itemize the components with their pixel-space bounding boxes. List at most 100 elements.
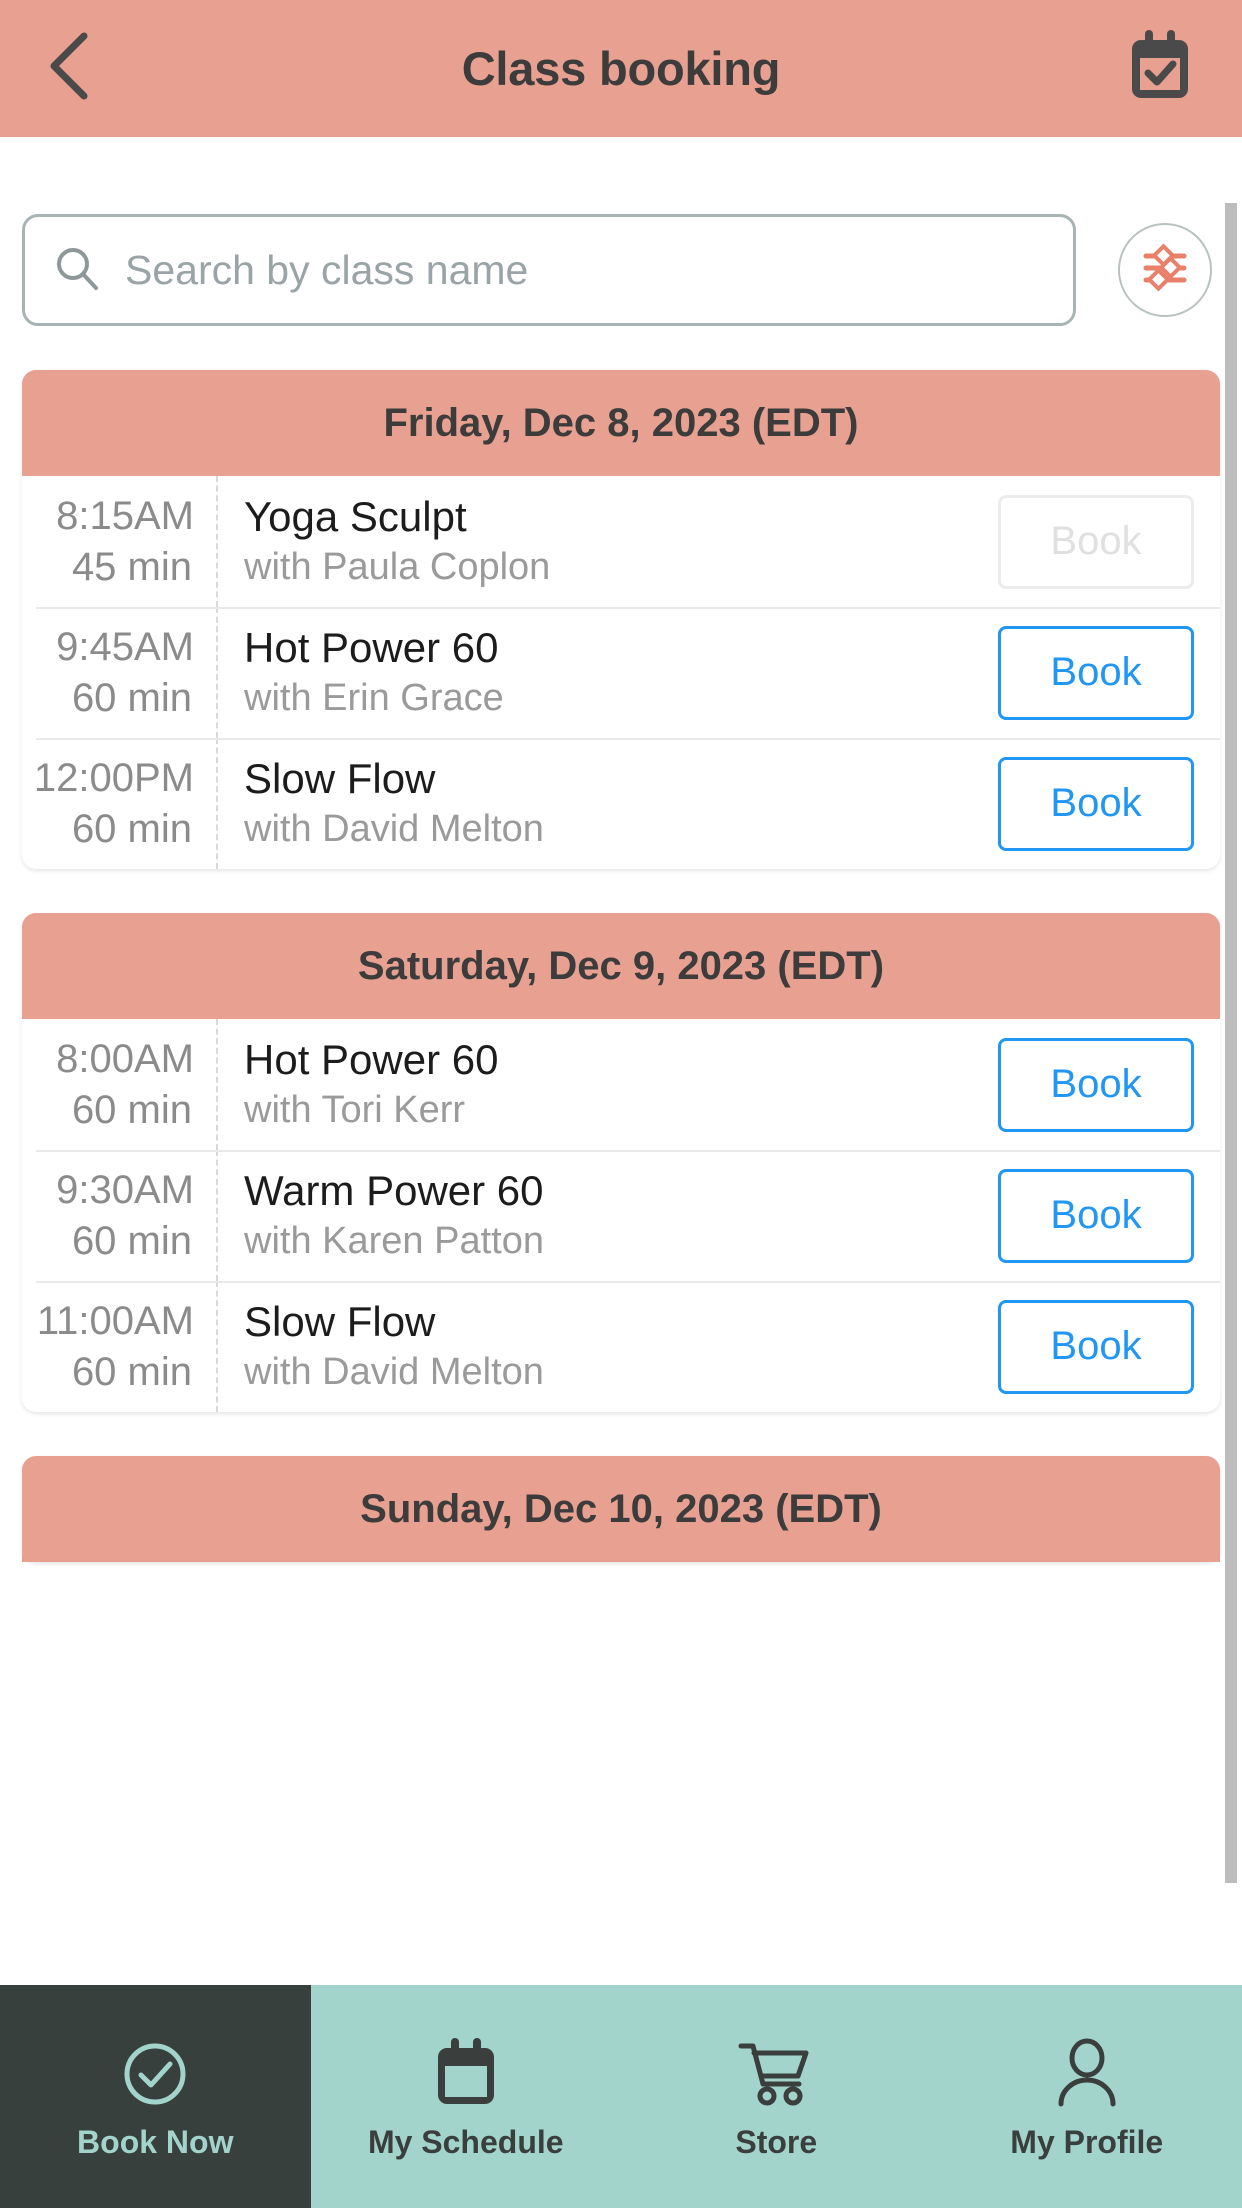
class-time: 9:30 AM	[22, 1165, 194, 1216]
class-info-column: Yoga Sculpt with Paula Coplon	[218, 476, 984, 607]
calendar-check-button[interactable]	[1122, 29, 1198, 109]
filter-sliders-icon	[1140, 242, 1190, 298]
chevron-left-icon	[44, 30, 96, 107]
book-button: Book	[998, 494, 1194, 589]
nav-item-label: Book Now	[77, 2123, 234, 2160]
day-sections: Friday, Dec 8, 2023 (EDT) 8:15 AM 45 min Yog…	[22, 370, 1220, 1562]
class-duration: 60 min	[71, 675, 192, 720]
class-instructor: with David Melton	[244, 1351, 544, 1394]
class-name: Hot Power 60	[244, 624, 499, 672]
class-time-column: 12:00 PM 60 min	[22, 738, 218, 869]
class-time-meridiem: PM	[134, 755, 194, 800]
class-row[interactable]: 11:00 AM 60 min Slow Flow with David Melton B…	[22, 1281, 1220, 1412]
shopping-cart-icon	[737, 2036, 815, 2112]
page-title: Class booking	[461, 42, 781, 95]
class-instructor: with Karen Patton	[244, 1220, 544, 1263]
class-instructor: with David Melton	[244, 808, 544, 851]
check-circle-icon	[119, 2036, 191, 2112]
calendar-icon	[433, 2036, 499, 2112]
class-info-column: Slow Flow with David Melton	[218, 738, 984, 869]
class-row[interactable]: 12:00 PM 60 min Slow Flow with David Melton B…	[22, 738, 1220, 869]
book-button[interactable]: Book	[998, 1168, 1194, 1263]
class-instructor: with Tori Kerr	[244, 1089, 466, 1132]
class-action-column: Book	[984, 1019, 1220, 1150]
class-duration: 60 min	[71, 806, 192, 851]
class-time: 12:00 PM	[22, 753, 194, 804]
class-booking-screen: Class booking Search by class name Frida…	[0, 0, 1242, 2208]
class-time-meridiem: AM	[134, 1298, 194, 1343]
class-time-value: 8:15	[56, 493, 134, 538]
class-row[interactable]: 8:00 AM 60 min Hot Power 60 with Tori Kerr Bo…	[22, 1019, 1220, 1150]
calendar-check-icon	[1124, 28, 1196, 109]
search-row: Search by class name	[22, 137, 1220, 326]
class-time-column: 11:00 AM 60 min	[22, 1281, 218, 1412]
class-info-column: Warm Power 60 with Karen Patton	[218, 1150, 984, 1281]
class-duration: 60 min	[71, 1349, 192, 1394]
scrollbar[interactable]	[1225, 203, 1237, 1985]
class-action-column: Book	[984, 1150, 1220, 1281]
search-icon	[53, 244, 101, 297]
book-button[interactable]: Book	[998, 1037, 1194, 1132]
class-time-value: 11:00	[36, 1298, 134, 1343]
class-info-column: Hot Power 60 with Tori Kerr	[218, 1019, 984, 1150]
class-time: 9:45 AM	[22, 622, 194, 673]
class-time-meridiem: AM	[134, 1167, 194, 1212]
nav-item-my-schedule[interactable]: My Schedule	[311, 1985, 622, 2208]
class-duration: 45 min	[71, 544, 192, 589]
bottom-navigation: Book Now My Schedule Store My Profile	[0, 1985, 1242, 2208]
class-name: Slow Flow	[244, 755, 436, 803]
class-time-meridiem: AM	[134, 1036, 194, 1081]
class-time-value: 8:00	[56, 1036, 134, 1081]
search-input[interactable]: Search by class name	[22, 214, 1076, 326]
day-header: Saturday, Dec 9, 2023 (EDT)	[22, 913, 1220, 1019]
class-info-column: Hot Power 60 with Erin Grace	[218, 607, 984, 738]
app-header: Class booking	[0, 0, 1242, 137]
day-header: Sunday, Dec 10, 2023 (EDT)	[22, 1456, 1220, 1562]
class-time-value: 12:00	[33, 755, 134, 800]
class-row[interactable]: 9:45 AM 60 min Hot Power 60 with Erin Grace B…	[22, 607, 1220, 738]
class-time-value: 9:45	[56, 624, 134, 669]
schedule-scroll-area[interactable]: Search by class name Friday, Dec 8, 2023…	[0, 137, 1242, 1985]
class-action-column: Book	[984, 476, 1220, 607]
book-button[interactable]: Book	[998, 625, 1194, 720]
scrollbar-thumb[interactable]	[1225, 203, 1237, 1883]
class-time: 8:00 AM	[22, 1034, 194, 1085]
class-duration: 60 min	[71, 1087, 192, 1132]
day-header: Friday, Dec 8, 2023 (EDT)	[22, 370, 1220, 476]
class-time-column: 9:30 AM 60 min	[22, 1150, 218, 1281]
class-instructor: with Paula Coplon	[244, 546, 551, 589]
class-time: 11:00 AM	[22, 1296, 194, 1347]
class-action-column: Book	[984, 738, 1220, 869]
class-name: Yoga Sculpt	[244, 493, 467, 541]
day-section: Saturday, Dec 9, 2023 (EDT) 8:00 AM 60 min H…	[22, 913, 1220, 1412]
class-duration: 60 min	[71, 1218, 192, 1263]
nav-item-label: My Schedule	[367, 2123, 564, 2160]
class-name: Slow Flow	[244, 1298, 436, 1346]
back-button[interactable]	[44, 29, 114, 109]
class-time-value: 9:30	[56, 1167, 134, 1212]
class-info-column: Slow Flow with David Melton	[218, 1281, 984, 1412]
nav-item-label: My Profile	[1010, 2123, 1164, 2160]
person-icon	[1054, 2036, 1120, 2112]
class-time-column: 8:00 AM 60 min	[22, 1019, 218, 1150]
class-name: Hot Power 60	[244, 1036, 499, 1084]
day-section: Friday, Dec 8, 2023 (EDT) 8:15 AM 45 min Yog…	[22, 370, 1220, 869]
nav-item-my-profile[interactable]: My Profile	[932, 1985, 1242, 2208]
book-button[interactable]: Book	[998, 1299, 1194, 1394]
filter-button[interactable]	[1118, 223, 1212, 317]
nav-item-label: Store	[735, 2123, 818, 2160]
class-time-meridiem: AM	[134, 624, 194, 669]
class-row[interactable]: 9:30 AM 60 min Warm Power 60 with Karen Patt…	[22, 1150, 1220, 1281]
class-action-column: Book	[984, 1281, 1220, 1412]
class-time-meridiem: AM	[134, 493, 194, 538]
nav-item-book-now[interactable]: Book Now	[0, 1985, 311, 2208]
book-button[interactable]: Book	[998, 756, 1194, 851]
class-row[interactable]: 8:15 AM 45 min Yoga Sculpt with Paula Coplon…	[22, 476, 1220, 607]
class-action-column: Book	[984, 607, 1220, 738]
class-time-column: 9:45 AM 60 min	[22, 607, 218, 738]
class-name: Warm Power 60	[244, 1167, 544, 1215]
nav-item-store[interactable]: Store	[621, 1985, 932, 2208]
search-placeholder-text: Search by class name	[125, 246, 529, 293]
class-time: 8:15 AM	[22, 491, 194, 542]
class-time-column: 8:15 AM 45 min	[22, 476, 218, 607]
